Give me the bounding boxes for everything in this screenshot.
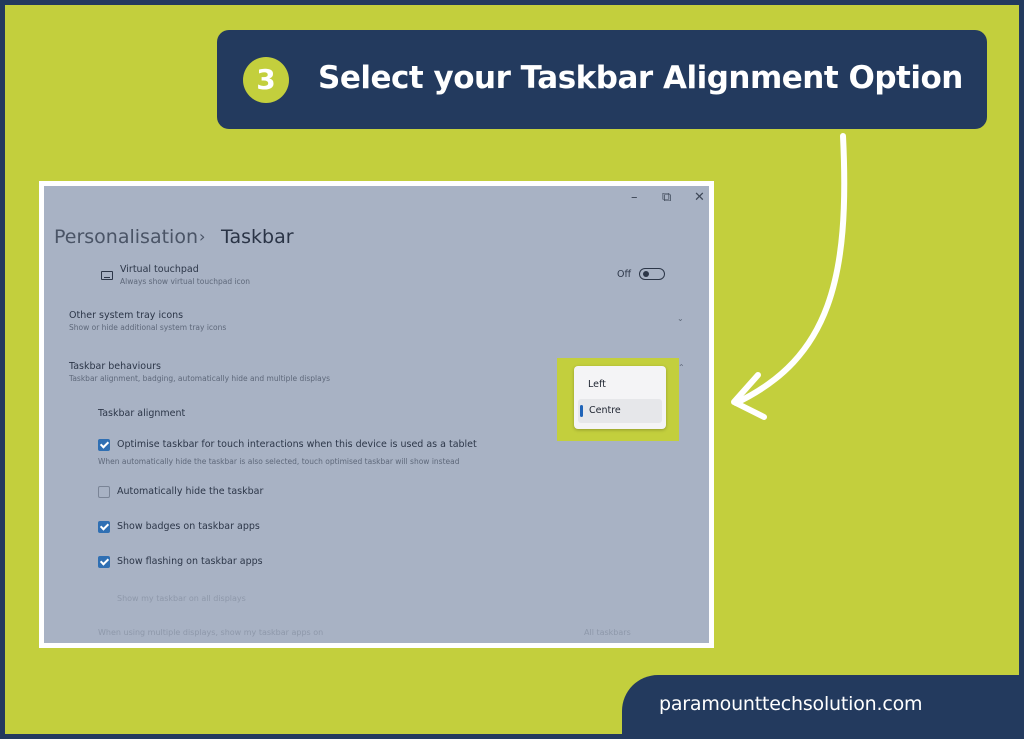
optimise-touch-checkbox[interactable] [98, 439, 110, 451]
pointer-arrow-icon [731, 133, 848, 420]
dropdown-option-centre-label: Centre [589, 405, 621, 416]
page-title: Taskbar [221, 226, 294, 248]
chevron-down-icon[interactable]: ⌄ [677, 314, 684, 323]
footer-banner: paramounttechsolution.com [622, 675, 1024, 739]
taskbar-behaviours-title[interactable]: Taskbar behaviours [69, 361, 161, 372]
alignment-dropdown[interactable]: Left Centre [574, 366, 666, 429]
restore-button[interactable]: ⧉ [662, 190, 671, 205]
taskbar-behaviours-subtitle: Taskbar alignment, badging, automaticall… [69, 374, 331, 383]
other-tray-icons-title[interactable]: Other system tray icons [69, 310, 183, 321]
virtual-touchpad-toggle[interactable] [639, 268, 665, 280]
multiple-displays-value[interactable]: All taskbars [584, 628, 631, 637]
virtual-touchpad-subtitle: Always show virtual touchpad icon [120, 277, 251, 286]
dropdown-option-left-label: Left [588, 379, 606, 390]
taskbar-alignment-label: Taskbar alignment [98, 408, 186, 419]
chevron-up-icon[interactable]: ⌃ [678, 363, 685, 372]
touchpad-icon [101, 271, 113, 280]
close-button[interactable]: ✕ [694, 190, 705, 205]
multiple-displays-row: When using multiple displays, show my ta… [98, 628, 324, 637]
show-flashing-checkbox[interactable] [98, 556, 110, 568]
dropdown-option-left[interactable]: Left [574, 373, 666, 397]
title-banner: 3 Select your Taskbar Alignment Option [217, 30, 987, 129]
show-badges-label: Show badges on taskbar apps [117, 521, 260, 532]
show-on-all-displays-row: Show my taskbar on all displays [117, 594, 246, 603]
minimize-button[interactable]: – [631, 190, 638, 205]
virtual-touchpad-title: Virtual touchpad [120, 264, 199, 275]
other-tray-icons-subtitle: Show or hide additional system tray icon… [69, 323, 227, 332]
banner-title: Select your Taskbar Alignment Option [318, 60, 963, 96]
breadcrumb-separator-icon: › [199, 227, 206, 246]
scrollbar[interactable] [711, 376, 713, 546]
step-number-badge: 3 [243, 57, 289, 103]
auto-hide-checkbox[interactable] [98, 486, 110, 498]
optimise-touch-note: When automatically hide the taskbar is a… [98, 457, 460, 466]
auto-hide-label: Automatically hide the taskbar [117, 486, 264, 497]
optimise-touch-label: Optimise taskbar for touch interactions … [117, 439, 477, 450]
site-url[interactable]: paramounttechsolution.com [659, 693, 923, 715]
show-badges-checkbox[interactable] [98, 521, 110, 533]
show-flashing-label: Show flashing on taskbar apps [117, 556, 263, 567]
breadcrumb-personalisation[interactable]: Personalisation [54, 226, 198, 248]
virtual-touchpad-toggle-label: Off [617, 269, 632, 280]
dropdown-option-centre[interactable]: Centre [578, 399, 662, 423]
